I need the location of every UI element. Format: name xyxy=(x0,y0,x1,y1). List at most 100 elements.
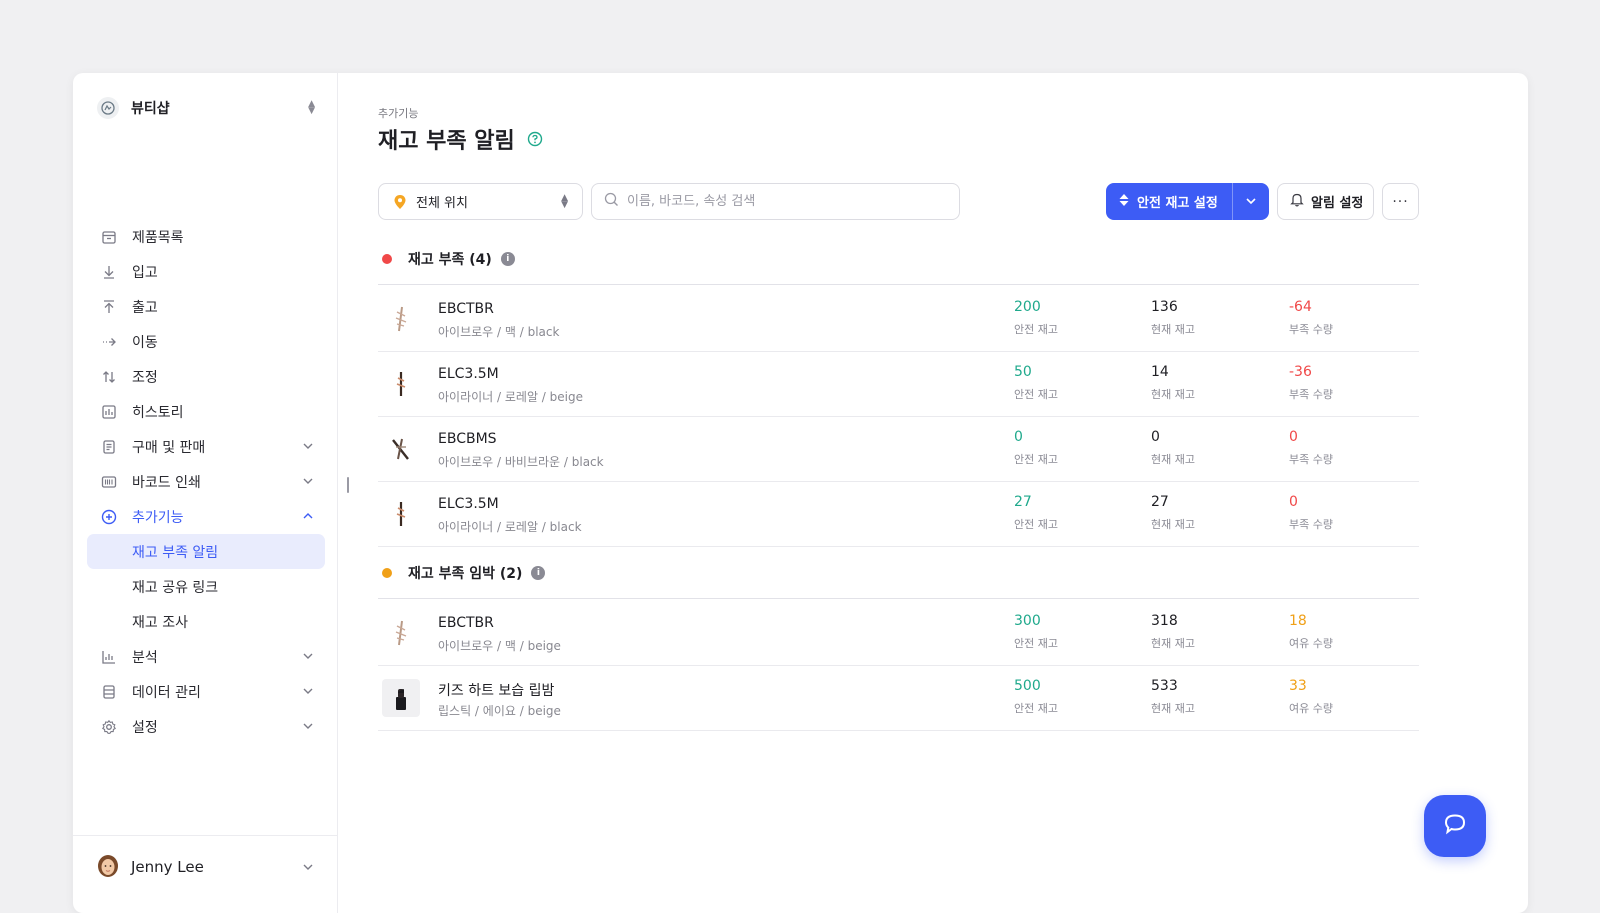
alarm-settings-label: 알림 설정 xyxy=(1311,196,1364,211)
sort-updown-icon xyxy=(1118,192,1130,211)
shortage-value: -64 xyxy=(1289,299,1312,315)
product-thumbnail xyxy=(382,365,420,403)
user-menu[interactable]: Jenny Lee xyxy=(73,835,338,913)
chevron-down-icon xyxy=(301,684,315,698)
sidebar-item-data-management[interactable]: 데이터 관리 xyxy=(87,674,325,709)
bell-icon xyxy=(1290,192,1304,211)
surplus-cell: 33 여유 수량 xyxy=(1289,678,1333,716)
current-stock-cell: 318 현재 재고 xyxy=(1151,613,1195,651)
table-row[interactable]: EBCBMS 아이브로우 / 바비브라운 / black 0 안전 재고 0 현재 … xyxy=(378,416,1419,482)
product-variant: 아이라이너 / 로레알 / black xyxy=(438,520,582,534)
document-icon xyxy=(99,437,119,457)
table-row[interactable]: EBCTBR 아이브로우 / 맥 / black 200 안전 재고 136 현재 … xyxy=(378,286,1419,352)
sidebar-item-outbound[interactable]: 출고 xyxy=(87,289,325,324)
shortage-cell: 0 부족 수량 xyxy=(1289,429,1333,467)
shortage-value: 0 xyxy=(1289,429,1298,445)
safety-stock-dropdown-toggle[interactable] xyxy=(1233,183,1269,220)
info-icon[interactable]: i xyxy=(500,251,515,266)
current-stock-label: 현재 재고 xyxy=(1151,518,1195,531)
sidebar-item-settings[interactable]: 설정 xyxy=(87,709,325,744)
section-title: 재고 부족 (4) xyxy=(408,251,492,268)
safety-stock-button-label: 안전 재고 설정 xyxy=(1137,196,1218,211)
updown-icon: ▲ ▼ xyxy=(561,193,568,210)
current-stock-value: 14 xyxy=(1151,364,1169,380)
product-thumbnail xyxy=(382,495,420,533)
surplus-value: 33 xyxy=(1289,678,1307,694)
database-icon xyxy=(99,682,119,702)
shortage-cell: 0 부족 수량 xyxy=(1289,494,1333,532)
sidebar-item-history[interactable]: 히스토리 xyxy=(87,394,325,429)
safety-stock-split-button: 안전 재고 설정 xyxy=(1106,183,1269,220)
safety-stock-cell: 500 안전 재고 xyxy=(1014,678,1058,716)
location-select-value: 전체 위치 xyxy=(416,196,468,211)
main-content: 추가기능 재고 부족 알림 전체 위치 ▲▼ 안 xyxy=(378,73,1528,913)
page-title: 재고 부족 알림 xyxy=(378,129,515,154)
sidebar-item-adjust[interactable]: 조정 xyxy=(87,359,325,394)
search-input[interactable] xyxy=(627,194,947,209)
safety-stock-button[interactable]: 안전 재고 설정 xyxy=(1106,183,1232,220)
search-field[interactable] xyxy=(591,183,960,220)
safety-stock-cell: 200 안전 재고 xyxy=(1014,299,1058,337)
table-row[interactable]: 키즈 하트 보습 립밤 립스틱 / 에이요 / beige 500 안전 재고 5… xyxy=(378,665,1419,731)
product-thumbnail xyxy=(382,614,420,652)
table-row[interactable]: ELC3.5M 아이라이너 / 로레알 / beige 50 안전 재고 14 현재… xyxy=(378,351,1419,417)
product-thumbnail xyxy=(382,300,420,338)
safety-stock-cell: 27 안전 재고 xyxy=(1014,494,1058,532)
shortage-cell: -36 부족 수량 xyxy=(1289,364,1333,402)
table-row[interactable]: EBCTBR 아이브로우 / 맥 / beige 300 안전 재고 318 현재 … xyxy=(378,600,1419,666)
sidebar-resize-handle[interactable] xyxy=(347,477,349,493)
safety-stock-label: 안전 재고 xyxy=(1014,453,1058,466)
sidebar-item-inbound[interactable]: 입고 xyxy=(87,254,325,289)
sidebar-item-label: 입고 xyxy=(132,264,158,281)
sidebar-item-label: 추가기능 xyxy=(132,509,184,526)
sidebar-item-transfer[interactable]: 이동 xyxy=(87,324,325,359)
chevron-up-icon xyxy=(301,509,315,523)
bar-chart-icon xyxy=(99,647,119,667)
current-stock-value: 27 xyxy=(1151,494,1169,510)
sidebar-item-analytics[interactable]: 분석 xyxy=(87,639,325,674)
current-stock-cell: 136 현재 재고 xyxy=(1151,299,1195,337)
search-icon xyxy=(604,192,619,211)
user-name: Jenny Lee xyxy=(131,858,204,876)
sidebar-item-label: 조정 xyxy=(132,369,158,386)
product-variant: 아이브로우 / 맥 / black xyxy=(438,325,560,339)
status-dot-red xyxy=(382,253,392,264)
sidebar-item-addons[interactable]: 추가기능 xyxy=(87,499,325,534)
box-icon xyxy=(99,227,119,247)
shortage-cell: -64 부족 수량 xyxy=(1289,299,1333,337)
alarm-settings-button[interactable]: 알림 설정 xyxy=(1277,183,1374,220)
history-icon xyxy=(99,402,119,422)
more-options-button[interactable]: ··· xyxy=(1382,183,1419,220)
store-name: 뷰티샵 xyxy=(131,101,170,117)
safety-stock-value: 0 xyxy=(1014,429,1023,445)
product-name: 키즈 하트 보습 립밤 xyxy=(438,683,555,699)
help-icon[interactable] xyxy=(527,131,543,147)
store-switcher[interactable]: 뷰티샵 ▲ ▼ xyxy=(97,95,315,121)
chevron-down-icon xyxy=(301,719,315,733)
sidebar-subitem-stock-count[interactable]: 재고 조사 xyxy=(87,604,325,639)
current-stock-cell: 533 현재 재고 xyxy=(1151,678,1195,716)
barcode-icon xyxy=(99,472,119,492)
chat-support-button[interactable] xyxy=(1424,795,1486,857)
table-row[interactable]: ELC3.5M 아이라이너 / 로레알 / black 27 안전 재고 27 현재… xyxy=(378,481,1419,547)
sidebar-item-barcode[interactable]: 바코드 인쇄 xyxy=(87,464,325,499)
chevron-down-icon xyxy=(301,649,315,663)
sidebar-item-products[interactable]: 제품목록 xyxy=(87,219,325,254)
product-name: EBCBMS xyxy=(438,431,497,447)
sidebar-subitem-stock-share-link[interactable]: 재고 공유 링크 xyxy=(87,569,325,604)
arrow-down-icon xyxy=(99,262,119,282)
shortage-label: 부족 수량 xyxy=(1289,388,1333,401)
info-icon[interactable]: i xyxy=(531,565,546,580)
location-select[interactable]: 전체 위치 ▲ ▼ xyxy=(378,183,583,220)
product-name: EBCTBR xyxy=(438,615,494,631)
safety-stock-cell: 50 안전 재고 xyxy=(1014,364,1058,402)
sidebar-subitem-low-stock-alert[interactable]: 재고 부족 알림 xyxy=(87,534,325,569)
current-stock-label: 현재 재고 xyxy=(1151,323,1195,336)
sidebar-item-label: 바코드 인쇄 xyxy=(132,474,201,491)
current-stock-cell: 14 현재 재고 xyxy=(1151,364,1195,402)
surplus-label: 여유 수량 xyxy=(1289,637,1333,650)
sidebar-item-purchase-sales[interactable]: 구매 및 판매 xyxy=(87,429,325,464)
current-stock-label: 현재 재고 xyxy=(1151,702,1195,715)
product-name: ELC3.5M xyxy=(438,496,499,512)
safety-stock-value: 500 xyxy=(1014,678,1041,694)
